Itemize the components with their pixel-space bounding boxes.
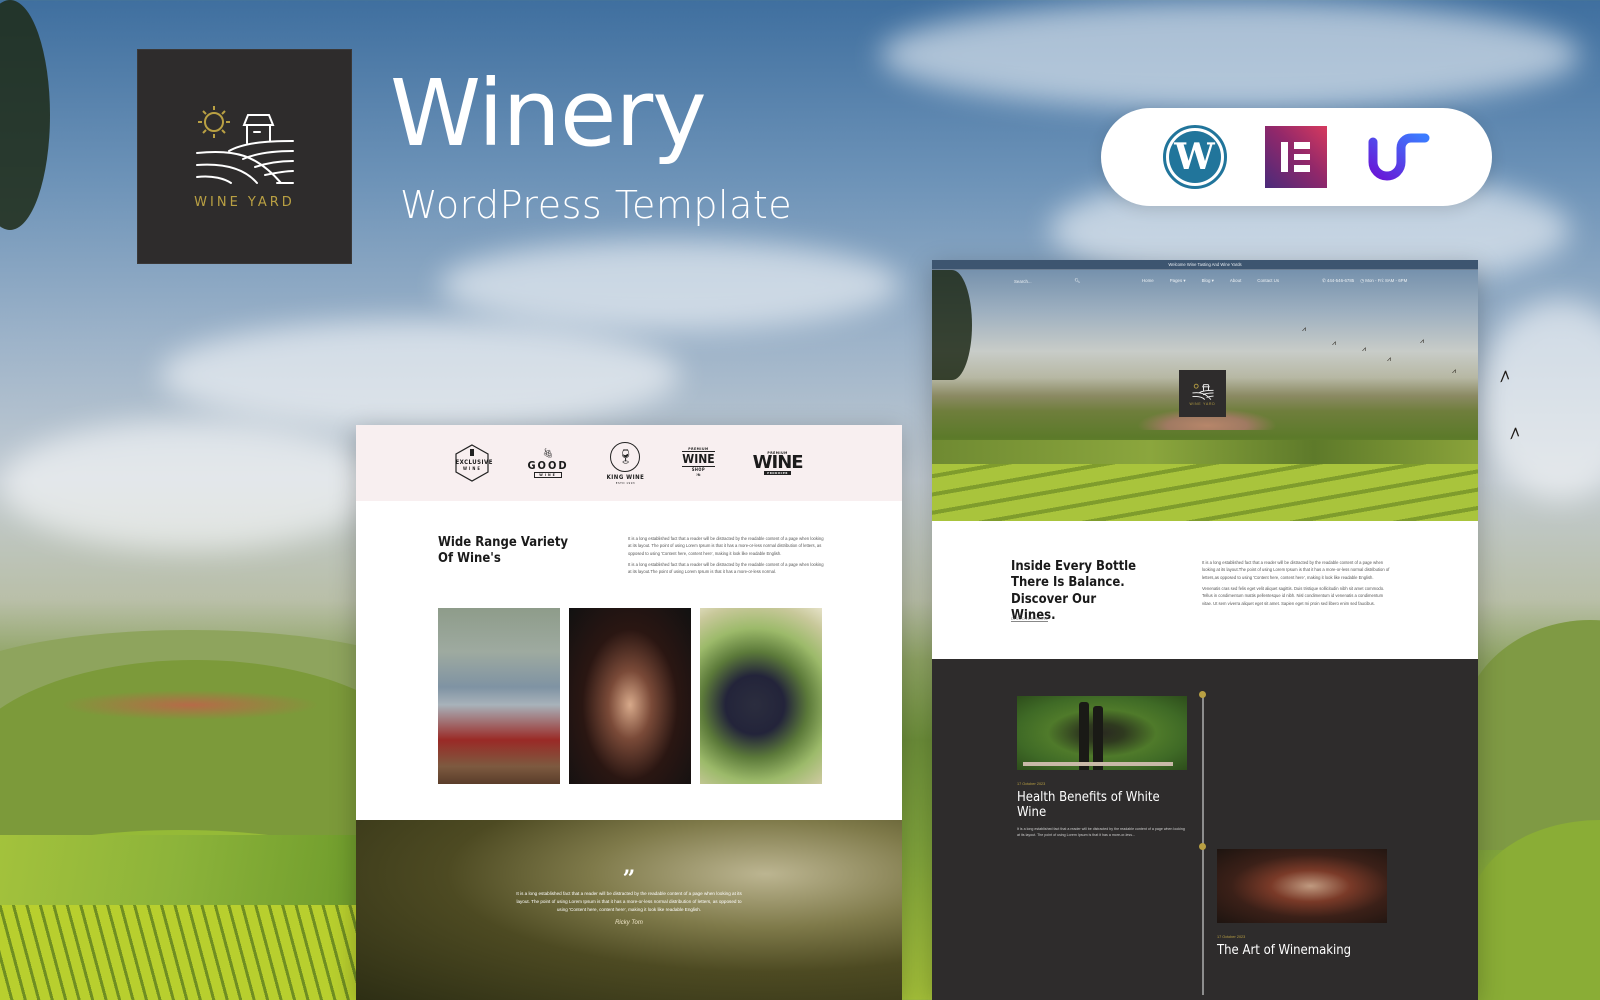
search-box[interactable]: Search... 🔍︎ <box>1014 278 1080 284</box>
tree-branch <box>0 0 50 230</box>
top-bar: Welcome Wine Tasting And Wine Yards <box>932 260 1478 270</box>
hero-logo: WINE YARD <box>1179 370 1226 417</box>
vineyard-field <box>932 460 1478 521</box>
bird-icon: ⩘ <box>1332 340 1336 347</box>
testimonial-text: It is a long established fact that a rea… <box>516 891 742 913</box>
hill <box>1460 620 1600 850</box>
cloud <box>440 240 900 330</box>
page-title: Winery <box>390 60 707 167</box>
unlimited-elements-icon <box>1365 126 1431 188</box>
quote-icon: ” <box>622 866 636 892</box>
bird-icon: ⩘ <box>1302 326 1306 333</box>
page-subtitle: WordPress Template <box>400 183 793 227</box>
search-icon[interactable]: 🔍︎ <box>1074 278 1080 284</box>
contact-info: ✆ 444-546-6785 ◷ Mon - Fri: 8AM - 6PM <box>1322 278 1407 284</box>
intro-heading: Wide Range Variety Of Wine's <box>438 535 569 567</box>
tree-branch <box>932 270 972 380</box>
meadow <box>932 440 1478 464</box>
brand-logo-exclusive-wine: EXCLUSIVE WINE <box>455 444 492 482</box>
testimonial-author: Ricky Tom <box>615 920 643 926</box>
phone-number[interactable]: ✆ 444-546-6785 <box>1322 278 1354 284</box>
cloud <box>880 0 1580 110</box>
discover-more-link[interactable]: DISCOVER MORE <box>1011 617 1049 622</box>
nav-links: Home Pages ▾ Blog ▾ About Contact Us <box>1142 278 1279 284</box>
builder-badges: W <box>1101 108 1492 206</box>
nav-home[interactable]: Home <box>1142 278 1154 284</box>
post-date: 17 October 2023 <box>1017 782 1046 786</box>
brand-logo-premium-wine-shop: PREMIUM WINE SHOP ❧ <box>682 447 715 479</box>
wine-glass-icon: 🍷︎ <box>610 441 641 472</box>
intro-section: Wide Range Variety Of Wine's It is a lon… <box>356 501 902 608</box>
post-title[interactable]: The Art of Winemaking <box>1217 943 1387 958</box>
bird-icon: ⩘ <box>1362 346 1366 353</box>
vine-rows <box>0 905 356 1000</box>
blog-timeline: 17 October 2023 Health Benefits of White… <box>932 659 1478 995</box>
vineyard-logo-icon <box>1191 383 1214 400</box>
preview-about-page: EXCLUSIVE WINE 🍇︎ GOOD WINE 🍷︎ KING WINE… <box>356 425 902 1000</box>
vineyard-logo-icon <box>195 106 294 184</box>
testimonial-section: ” It is a long established fact that a r… <box>356 820 902 1000</box>
nav-pages[interactable]: Pages ▾ <box>1170 278 1186 284</box>
cloud <box>160 320 680 430</box>
gallery-photo-wine-glass[interactable] <box>569 608 691 784</box>
post-date: 17 October 2023 <box>1217 935 1246 939</box>
post-image-pouring-wine[interactable] <box>1217 849 1387 923</box>
cloud <box>1480 300 1600 500</box>
search-input[interactable]: Search... <box>1014 279 1032 284</box>
about-heading: Inside Every Bottle There Is Balance. Di… <box>1011 559 1137 623</box>
gallery-photo-grapes[interactable] <box>700 608 822 784</box>
preview-home-page: Welcome Wine Tasting And Wine Yards Sear… <box>932 260 1478 1000</box>
bird-icon: ⩘ <box>1387 356 1391 363</box>
post-image-wine-bottles[interactable] <box>1017 696 1187 770</box>
intro-text: It is a long established fact that a rea… <box>628 536 824 575</box>
opening-hours: ◷ Mon - Fri: 8AM - 6PM <box>1360 278 1408 283</box>
nav-contact[interactable]: Contact Us <box>1257 278 1279 284</box>
gallery-photo-woman-tasting[interactable] <box>438 608 560 784</box>
photo-gallery <box>438 608 822 784</box>
cloud <box>0 420 380 550</box>
hero-section: Welcome Wine Tasting And Wine Yards Sear… <box>932 260 1478 521</box>
timeline-dot <box>1199 691 1206 698</box>
main-nav: Search... 🔍︎ Home Pages ▾ Blog ▾ About C… <box>932 270 1478 292</box>
nav-about[interactable]: About <box>1230 278 1241 284</box>
bird-icon: ⩘ <box>1452 368 1456 375</box>
partner-brands: EXCLUSIVE WINE 🍇︎ GOOD WINE 🍷︎ KING WINE… <box>356 425 902 501</box>
elementor-icon <box>1264 126 1327 188</box>
post-excerpt: It is a long established fact that a rea… <box>1017 827 1185 838</box>
field <box>0 835 356 905</box>
about-section: Inside Every Bottle There Is Balance. Di… <box>932 521 1478 659</box>
logo-text: WINE YARD <box>194 195 295 210</box>
brand-logo-premium-wine: PREMIUM WINE PRODUCER <box>752 450 804 476</box>
wordpress-icon: W <box>1162 125 1227 189</box>
wine-yard-logo: WINE YARD <box>137 49 352 264</box>
blog-post[interactable]: 17 October 2023 The Art of Winemaking <box>1217 849 1387 958</box>
bird-icon: ⩘ <box>1420 338 1424 345</box>
brand-logo-king-wine: 🍷︎ KING WINE ESTD 1993 <box>607 441 645 485</box>
post-title[interactable]: Health Benefits of White Wine <box>1017 790 1187 820</box>
blog-post[interactable]: 17 October 2023 Health Benefits of White… <box>1017 696 1187 838</box>
village <box>60 690 320 720</box>
about-text: It is a long established fact that a rea… <box>1202 560 1390 606</box>
laurel-icon: ❧ <box>695 471 702 479</box>
brand-logo-good-wine: 🍇︎ GOOD WINE <box>527 448 569 478</box>
nav-blog[interactable]: Blog ▾ <box>1202 278 1214 284</box>
timeline-dot <box>1199 843 1206 850</box>
